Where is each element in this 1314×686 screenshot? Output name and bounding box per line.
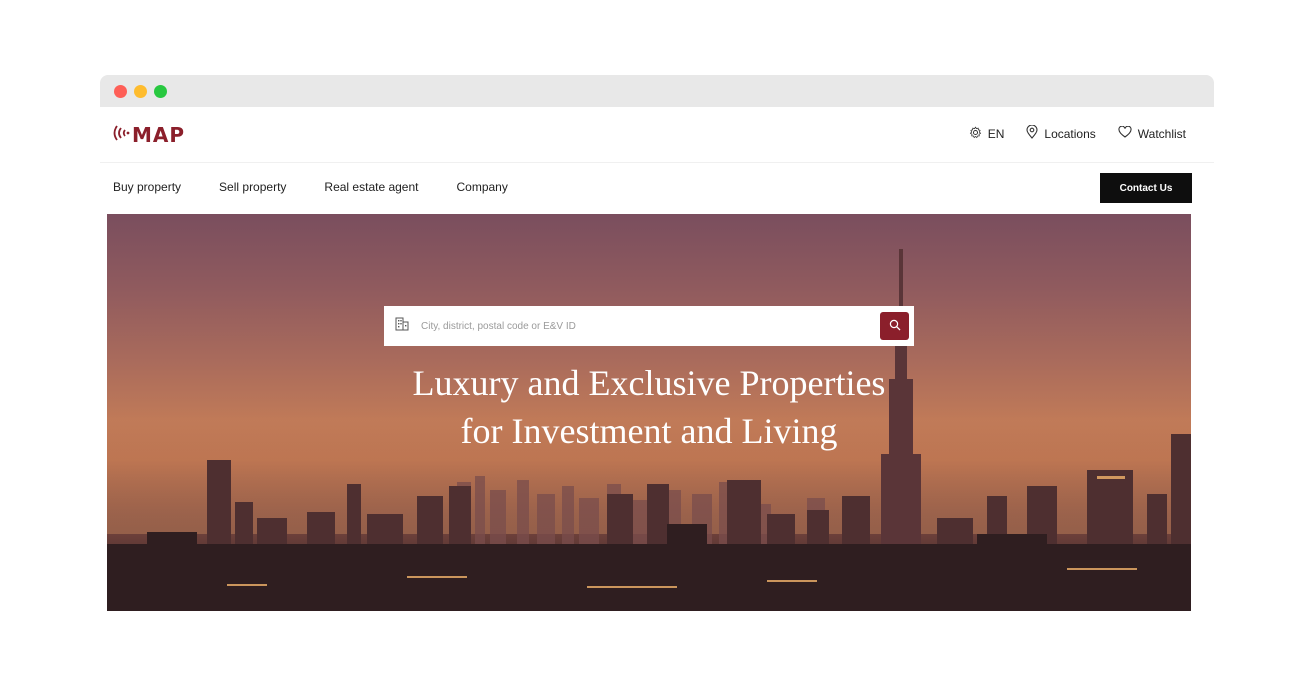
browser-window: MAP EN Locations Watchlist Buy property … — [100, 75, 1214, 611]
logo[interactable]: MAP — [110, 123, 185, 147]
logo-text: MAP — [132, 123, 186, 147]
maximize-window-button[interactable] — [154, 84, 167, 98]
search-icon — [889, 319, 901, 334]
hero-headline: Luxury and Exclusive Properties for Inve… — [107, 359, 1191, 455]
nav-item-sell-property[interactable]: Sell property — [219, 180, 286, 194]
location-pin-icon — [1026, 124, 1038, 142]
search-input[interactable] — [419, 319, 863, 333]
locations-link[interactable]: Locations — [1026, 124, 1096, 142]
watchlist-label: Watchlist — [1137, 126, 1186, 141]
minimize-window-button[interactable] — [134, 84, 147, 98]
top-utility-bar: MAP EN Locations Watchlist — [100, 107, 1214, 163]
signal-waves-icon — [110, 124, 130, 147]
close-window-button[interactable] — [114, 84, 127, 98]
gear-icon — [969, 126, 982, 142]
main-navbar: Buy property Sell property Real estate a… — [100, 163, 1214, 214]
search-button[interactable] — [880, 312, 909, 340]
nav-item-buy-property[interactable]: Buy property — [113, 180, 181, 194]
property-search-bar — [384, 306, 914, 346]
building-icon — [395, 317, 409, 336]
hero-headline-line-2: for Investment and Living — [460, 411, 838, 451]
watchlist-link[interactable]: Watchlist — [1118, 125, 1186, 141]
utility-links: EN Locations Watchlist — [969, 124, 1186, 142]
nav-item-company[interactable]: Company — [457, 180, 508, 194]
nav-item-real-estate-agent[interactable]: Real estate agent — [324, 180, 418, 194]
hero-banner: Luxury and Exclusive Properties for Inve… — [107, 214, 1191, 611]
language-selector[interactable]: EN — [969, 126, 1005, 142]
window-titlebar — [100, 75, 1214, 107]
locations-label: Locations — [1044, 126, 1096, 141]
contact-us-button[interactable]: Contact Us — [1100, 173, 1192, 203]
nav-links: Buy property Sell property Real estate a… — [113, 180, 508, 194]
hero-headline-line-1: Luxury and Exclusive Properties — [412, 363, 886, 403]
heart-icon — [1118, 125, 1132, 141]
language-label: EN — [987, 126, 1005, 141]
